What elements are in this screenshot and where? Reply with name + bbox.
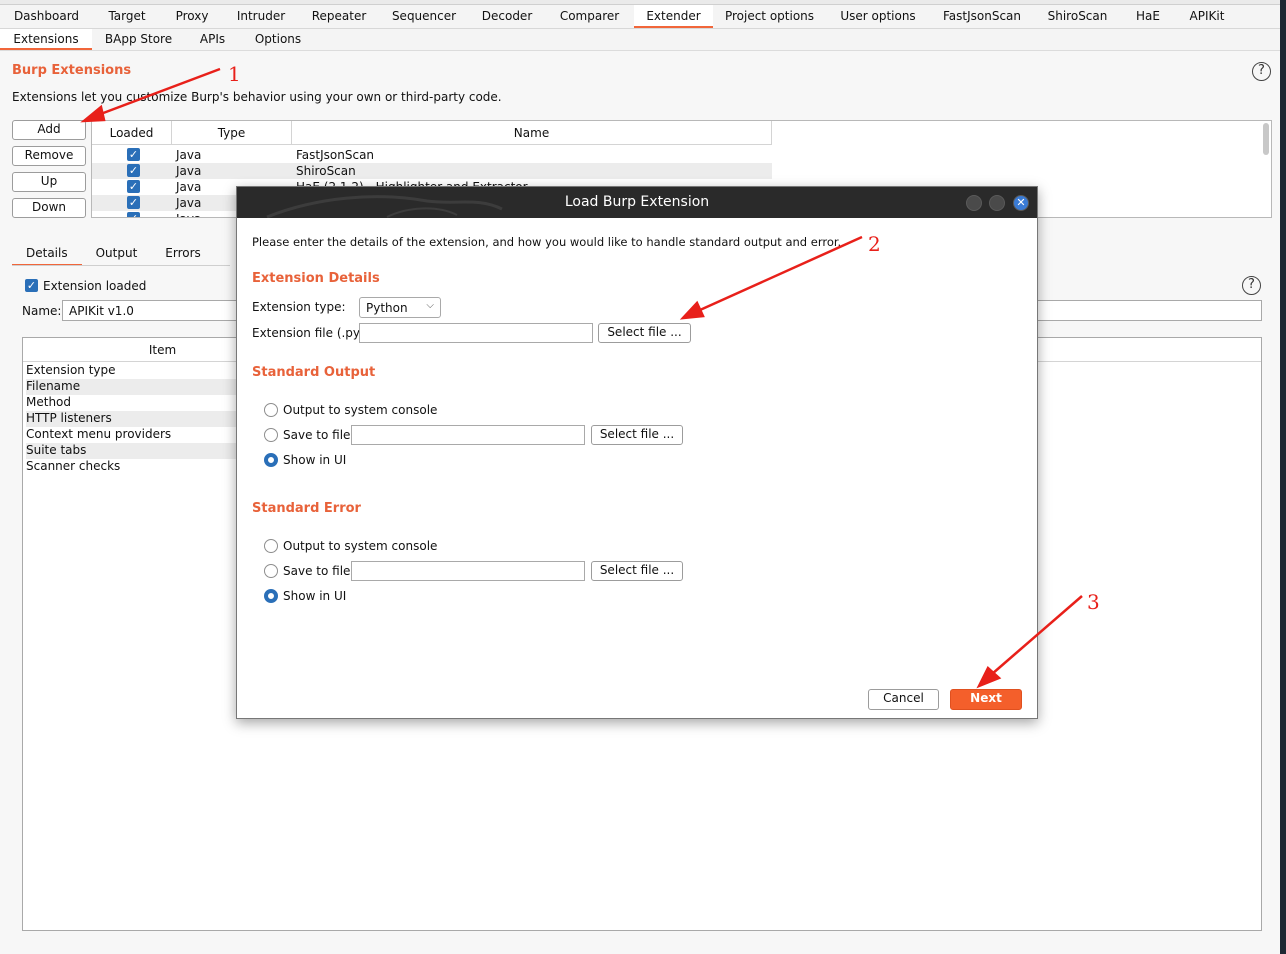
annotation-arrows: [80, 67, 1083, 689]
annotation-label-1: 1: [228, 62, 241, 86]
arrow-1-head-icon: [80, 104, 106, 123]
arrow-3-line: [991, 595, 1083, 675]
arrow-2-head-icon: [679, 300, 705, 320]
annotation-label-2: 2: [868, 232, 881, 256]
annotation-label-3: 3: [1087, 590, 1100, 614]
arrow-2-line: [699, 235, 863, 312]
arrow-1-line: [97, 67, 221, 117]
